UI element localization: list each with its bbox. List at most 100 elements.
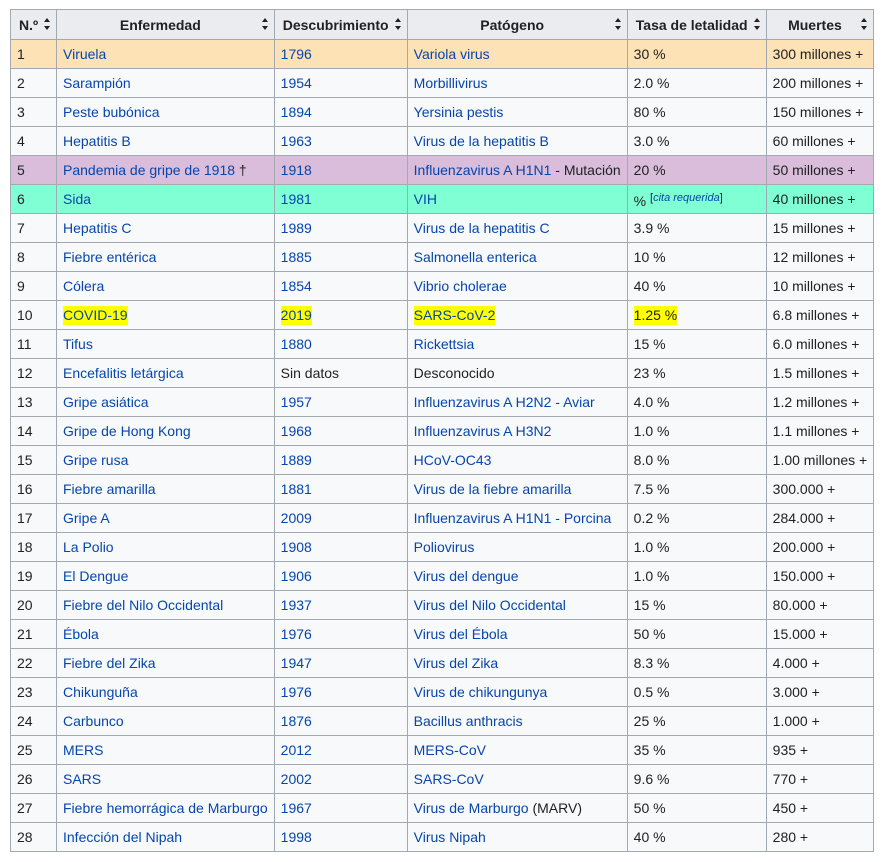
disease-link[interactable]: Hepatitis C [63,220,131,236]
discovery-year-link[interactable]: 1889 [281,452,312,468]
citation-needed-link[interactable]: cita requerida [653,192,720,204]
discovery-year-link[interactable]: 1976 [281,684,312,700]
disease-link[interactable]: Viruela [63,46,106,62]
sort-icon[interactable] [861,18,868,30]
discovery-year-link[interactable]: 1967 [281,800,312,816]
pathogen-link[interactable]: Virus del dengue [414,568,519,584]
pathogen-link[interactable]: Poliovirus [414,539,475,555]
disease-link[interactable]: La Polio [63,539,114,555]
discovery-year-link[interactable]: 1957 [281,394,312,410]
pathogen-link[interactable]: Yersinia pestis [414,104,504,120]
disease-link[interactable]: Carbunco [63,713,124,729]
pathogen-link[interactable]: SARS-CoV [414,771,484,787]
pathogen-link[interactable]: Virus de chikungunya [414,684,548,700]
pathogen-link[interactable]: Virus de Marburgo [414,800,529,816]
disease-link[interactable]: Ébola [63,626,99,642]
pathogen-link[interactable]: Virus de la hepatitis B [414,133,549,149]
discovery-year-link[interactable]: 2009 [281,510,312,526]
pathogen-link[interactable]: VIH [414,191,437,207]
discovery-year-link[interactable]: 1881 [281,481,312,497]
disease-link[interactable]: Gripe de Hong Kong [63,423,191,439]
cell-disease: Hepatitis C [56,213,275,243]
disease-link[interactable]: Gripe A [63,510,110,526]
discovery-year-link[interactable]: 1796 [281,46,312,62]
discovery-year-link[interactable]: 1968 [281,423,312,439]
disease-link[interactable]: Chikunguña [63,684,138,700]
discovery-year-link[interactable]: 1947 [281,655,312,671]
disease-link[interactable]: Fiebre del Nilo Occidental [63,597,223,613]
pathogen-link[interactable]: Variola virus [414,46,490,62]
column-header-number[interactable]: N.º [10,9,57,40]
pathogen-suffix: (MARV) [528,800,582,816]
column-header-deaths[interactable]: Muertes [765,9,875,40]
discovery-year-link[interactable]: 1989 [281,220,312,236]
discovery-year-link[interactable]: 2012 [281,742,312,758]
discovery-year-link[interactable]: 1918 [281,162,312,178]
column-header-lethality[interactable]: Tasa de letalidad [626,9,767,40]
pathogen-link[interactable]: Bacillus anthracis [414,713,523,729]
pathogen-link[interactable]: HCoV-OC43 [414,452,492,468]
pathogen-link[interactable]: Virus de la fiebre amarilla [414,481,572,497]
pathogen-link[interactable]: Influenzavirus A H3N2 [414,423,552,439]
disease-link[interactable]: Cólera [63,278,104,294]
disease-link[interactable]: Sarampión [63,75,131,91]
disease-link[interactable]: Fiebre amarilla [63,481,156,497]
pathogen-link[interactable]: SARS-CoV-2 [413,306,496,325]
discovery-year-link[interactable]: 1976 [281,626,312,642]
column-header-pathogen[interactable]: Patógeno [406,9,628,40]
disease-link[interactable]: Sida [63,191,91,207]
discovery-year-link[interactable]: 1937 [281,597,312,613]
sort-icon[interactable] [614,18,622,30]
sort-icon[interactable] [753,18,761,30]
disease-link[interactable]: Gripe rusa [63,452,128,468]
discovery-year-link[interactable]: 1981 [281,191,312,207]
pathogen-link[interactable]: Influenzavirus A H2N2 - Aviar [414,394,595,410]
disease-link[interactable]: Encefalitis letárgica [63,365,184,381]
pathogen-link[interactable]: Virus de la hepatitis C [414,220,550,236]
pathogen-link[interactable]: MERS-CoV [414,742,486,758]
pathogen-link[interactable]: Virus Nipah [414,829,486,845]
disease-link[interactable]: Fiebre del Zika [63,655,156,671]
discovery-year-link[interactable]: 1998 [281,829,312,845]
disease-link[interactable]: Fiebre hemorrágica de Marburgo [63,800,268,816]
pathogen-link[interactable]: Morbillivirus [414,75,488,91]
disease-link[interactable]: Fiebre entérica [63,249,156,265]
disease-link[interactable]: MERS [63,742,103,758]
column-header-disease[interactable]: Enfermedad [56,9,275,40]
disease-link[interactable]: SARS [63,771,101,787]
pathogen-link[interactable]: Rickettsia [414,336,475,352]
discovery-year-link[interactable]: 1954 [281,75,312,91]
pathogen-link[interactable]: Virus del Nilo Occidental [414,597,566,613]
cell-lethality: 9.6 % [626,764,767,794]
discovery-year-link[interactable]: 1906 [281,568,312,584]
sort-icon[interactable] [394,18,402,30]
discovery-year-link[interactable]: 1908 [281,539,312,555]
disease-link[interactable]: COVID-19 [63,306,128,325]
disease-link[interactable]: Gripe asiática [63,394,149,410]
discovery-year-link[interactable]: 1854 [281,278,312,294]
pathogen-link[interactable]: Virus del Zika [414,655,499,671]
pathogen-link[interactable]: Influenzavirus A H1N1 [414,162,552,178]
sort-icon[interactable] [44,18,51,30]
discovery-year-link[interactable]: 1885 [281,249,312,265]
disease-link[interactable]: Hepatitis B [63,133,131,149]
disease-link[interactable]: Tifus [63,336,93,352]
discovery-year-link[interactable]: 1880 [281,336,312,352]
cell-lethality: 1.0 % [626,416,767,446]
discovery-year-link[interactable]: 2019 [280,306,312,325]
discovery-year-link[interactable]: 1894 [281,104,312,120]
disease-link[interactable]: Pandemia de gripe de 1918 [63,162,235,178]
sort-icon[interactable] [261,18,269,30]
pathogen-link[interactable]: Influenzavirus A H1N1 - Porcina [414,510,612,526]
discovery-year-link[interactable]: 1963 [281,133,312,149]
disease-link[interactable]: Peste bubónica [63,104,160,120]
pathogen-link[interactable]: Virus del Ébola [414,626,508,642]
discovery-year-link[interactable]: 2002 [281,771,312,787]
pathogen-link[interactable]: Salmonella enterica [414,249,537,265]
disease-link[interactable]: Infección del Nipah [63,829,182,845]
cell-pathogen: Virus de la hepatitis B [406,126,628,156]
disease-link[interactable]: El Dengue [63,568,128,584]
pathogen-link[interactable]: Vibrio cholerae [414,278,507,294]
column-header-discovery[interactable]: Descubrimiento [273,9,408,40]
discovery-year-link[interactable]: 1876 [281,713,312,729]
